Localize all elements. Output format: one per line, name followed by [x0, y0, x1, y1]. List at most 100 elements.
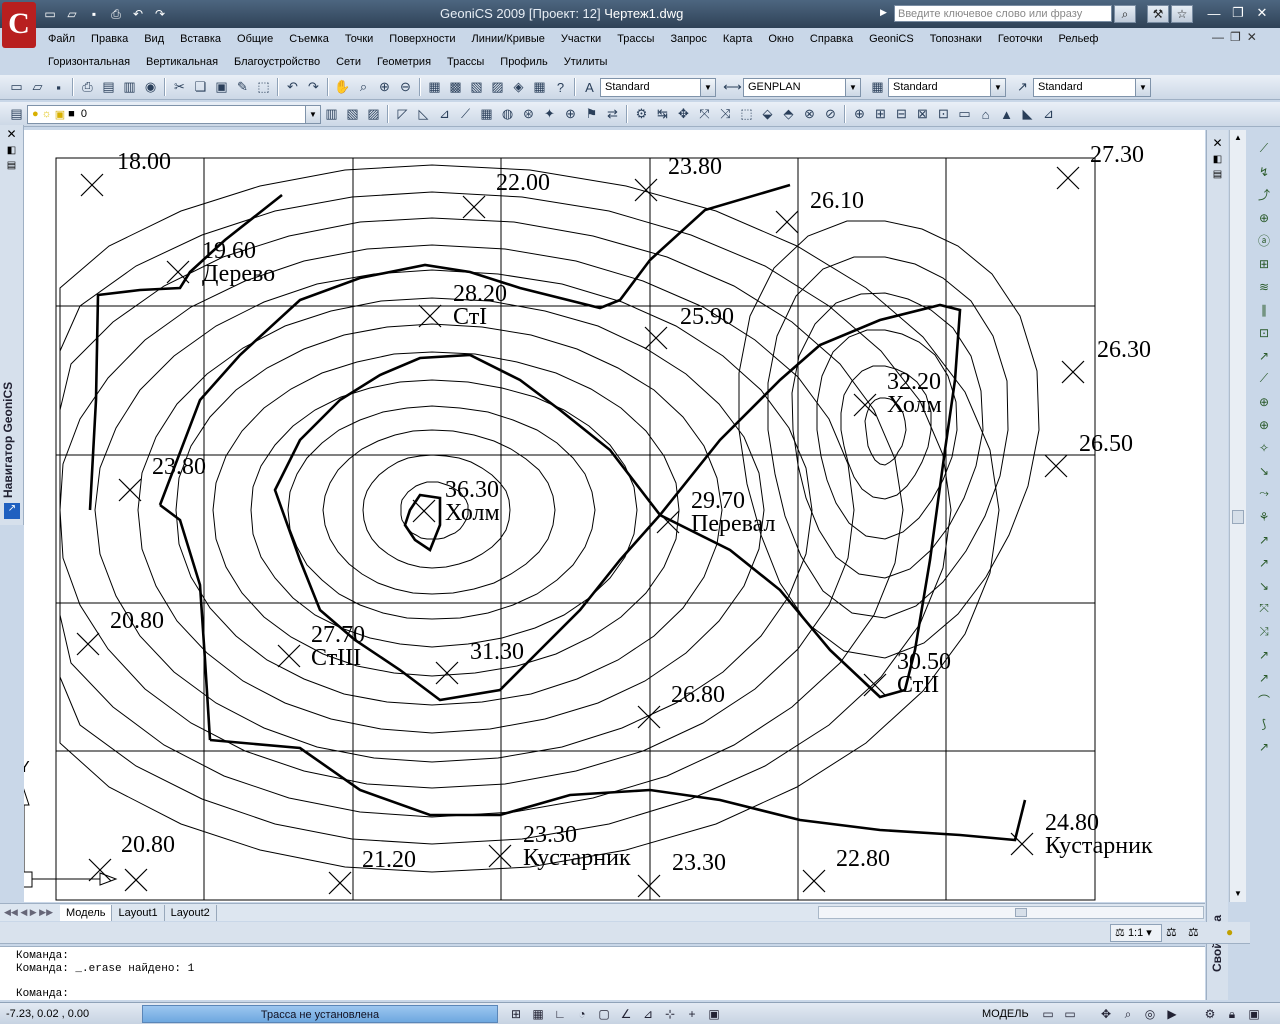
- menu-item[interactable]: Съемка: [281, 29, 337, 49]
- menu-item[interactable]: Карта: [715, 29, 760, 49]
- pan-status-icon[interactable]: ✥: [1096, 1005, 1116, 1023]
- text-style-select[interactable]: Standard ▼: [600, 77, 716, 97]
- layer-select[interactable]: ● ☼ ▣ ■ 0 ▼: [27, 104, 321, 124]
- menu-item[interactable]: Геоточки: [990, 29, 1051, 49]
- lightbulb-status-icon[interactable]: ●: [1226, 925, 1233, 939]
- geonics-tool-icon[interactable]: ⤴: [1254, 184, 1274, 205]
- geonics-tool-icon[interactable]: ⚘: [1254, 506, 1274, 527]
- geonics-tool-icon[interactable]: ↘: [1254, 460, 1274, 481]
- menu-item[interactable]: Справка: [802, 29, 861, 49]
- undo-icon[interactable]: ↶: [128, 5, 148, 23]
- open-icon[interactable]: ▱: [27, 77, 48, 97]
- navigator-logo-icon[interactable]: ↗: [4, 503, 20, 519]
- chevron-down-icon[interactable]: ▼: [700, 78, 715, 96]
- horizontal-scrollbar[interactable]: [818, 906, 1204, 919]
- geonics-tool-icon[interactable]: ↗: [1254, 644, 1274, 665]
- geonics-tool-icon[interactable]: ↗: [1254, 552, 1274, 573]
- doc-close-icon[interactable]: ✕: [1247, 30, 1257, 44]
- geonics-tool-17-icon[interactable]: ⬚: [736, 104, 757, 124]
- navigator-panel-title[interactable]: Навигатор GeoniCS: [1, 382, 15, 498]
- layer-states-icon[interactable]: ▨: [363, 104, 384, 124]
- search-expand-icon[interactable]: ▶: [880, 7, 887, 18]
- geonics-tool-icon[interactable]: ⤧: [1254, 598, 1274, 619]
- undo-toolbar-icon[interactable]: ↶: [282, 77, 303, 97]
- osnap-icon[interactable]: ▢: [594, 1005, 614, 1023]
- geonics-tool-icon[interactable]: ⓐ: [1254, 230, 1274, 251]
- geonics-tool-icon[interactable]: ⊕: [1254, 414, 1274, 435]
- menu-item[interactable]: Вертикальная: [138, 52, 226, 72]
- geonics-tool-11-icon[interactable]: ⇄: [602, 104, 623, 124]
- ortho-icon[interactable]: ∟: [550, 1005, 570, 1023]
- geonics-tool-icon[interactable]: ⌒: [1254, 690, 1274, 711]
- sheet-set-icon[interactable]: ▨: [487, 77, 508, 97]
- geonics-tool-16-icon[interactable]: ⤨: [715, 104, 736, 124]
- geonics-tool-27-icon[interactable]: ▭: [954, 104, 975, 124]
- properties-icon[interactable]: ▦: [424, 77, 445, 97]
- menu-item[interactable]: Линии/Кривые: [464, 29, 553, 49]
- properties-autohide-icon[interactable]: ◧: [1207, 154, 1228, 165]
- print-icon[interactable]: ⎙: [106, 5, 126, 23]
- geonics-tool-18-icon[interactable]: ⬙: [757, 104, 778, 124]
- layer-manager-icon[interactable]: ▤: [6, 104, 27, 124]
- geonics-tool-icon[interactable]: ⟋: [1254, 138, 1274, 159]
- grid-icon[interactable]: ▦: [528, 1005, 548, 1023]
- workspace-icon[interactable]: ⚙: [1200, 1005, 1220, 1023]
- new-file-icon[interactable]: ▭: [40, 5, 60, 23]
- geonics-tool-icon[interactable]: ⟆: [1254, 713, 1274, 734]
- maximize-icon[interactable]: ❐: [1228, 4, 1248, 22]
- properties-options-icon[interactable]: ▤: [1207, 169, 1228, 180]
- block-editor-icon[interactable]: ⬚: [253, 77, 274, 97]
- menu-item[interactable]: Участки: [553, 29, 609, 49]
- app-menu-logo[interactable]: C: [2, 2, 36, 48]
- match-properties-icon[interactable]: ✎: [232, 77, 253, 97]
- menu-item[interactable]: Трассы: [439, 52, 492, 72]
- geonics-tool-icon[interactable]: ↗: [1254, 736, 1274, 757]
- model-space-button[interactable]: МОДЕЛЬ: [982, 1008, 1029, 1020]
- lwt-icon[interactable]: +: [682, 1005, 702, 1023]
- menu-item[interactable]: Благоустройство: [226, 52, 328, 72]
- calculator-icon[interactable]: ▦: [529, 77, 550, 97]
- chevron-down-icon[interactable]: ▼: [1135, 78, 1150, 96]
- menu-item[interactable]: Окно: [760, 29, 802, 49]
- vertical-scroll-thumb[interactable]: [1232, 510, 1244, 524]
- lock-status-icon[interactable]: 🔒︎: [1222, 1005, 1242, 1023]
- geonics-tool-icon[interactable]: ↘: [1254, 575, 1274, 596]
- communication-icon[interactable]: ⚒: [1147, 5, 1169, 23]
- geonics-tool-6-icon[interactable]: ◍: [497, 104, 518, 124]
- redo-toolbar-icon[interactable]: ↷: [303, 77, 324, 97]
- geonics-tool-icon[interactable]: ⊕: [1254, 207, 1274, 228]
- tab-nav-arrows-icon[interactable]: ◀◀ ◀ ▶ ▶▶: [0, 907, 60, 918]
- geonics-tool-29-icon[interactable]: ▲: [996, 104, 1017, 124]
- scroll-down-icon[interactable]: ▼: [1230, 886, 1246, 902]
- geonics-tool-15-icon[interactable]: ⤧: [694, 104, 715, 124]
- chevron-down-icon[interactable]: ▼: [845, 78, 860, 96]
- menu-item[interactable]: GeoniCS: [861, 29, 922, 49]
- search-icon[interactable]: ⌕: [1114, 5, 1136, 23]
- paste-icon[interactable]: ▣: [211, 77, 232, 97]
- zoom-realtime-icon[interactable]: ⌕: [353, 77, 374, 97]
- plot-icon[interactable]: ⎙: [77, 77, 98, 97]
- command-line[interactable]: Команда: Команда: _.erase найдено: 1: [0, 946, 1205, 1000]
- geonics-tool-14-icon[interactable]: ✥: [673, 104, 694, 124]
- geonics-tool-24-icon[interactable]: ⊟: [891, 104, 912, 124]
- geonics-tool-9-icon[interactable]: ⊕: [560, 104, 581, 124]
- geonics-tool-28-icon[interactable]: ⌂: [975, 104, 996, 124]
- geonics-tool-icon[interactable]: ⤳: [1254, 483, 1274, 504]
- geonics-tool-icon[interactable]: ✧: [1254, 437, 1274, 458]
- geonics-tool-2-icon[interactable]: ◺: [413, 104, 434, 124]
- menu-item[interactable]: Поверхности: [381, 29, 463, 49]
- geonics-tool-5-icon[interactable]: ▦: [476, 104, 497, 124]
- geonics-tool-4-icon[interactable]: ⟋: [455, 104, 476, 124]
- cursor-coordinates[interactable]: -7.23, 0.02 , 0.00: [6, 1008, 89, 1020]
- geonics-tool-icon[interactable]: ∥: [1254, 299, 1274, 320]
- geonics-tool-1-icon[interactable]: ◸: [392, 104, 413, 124]
- chevron-down-icon[interactable]: ▼: [990, 78, 1005, 96]
- polar-icon[interactable]: ◔: [572, 1005, 592, 1023]
- menu-item[interactable]: Файл: [40, 29, 83, 49]
- publish-icon[interactable]: ▥: [119, 77, 140, 97]
- geonics-tool-25-icon[interactable]: ⊠: [912, 104, 933, 124]
- close-icon[interactable]: ✕: [1252, 4, 1272, 22]
- quick-view-drawings-icon[interactable]: ▭: [1060, 1005, 1080, 1023]
- markup-icon[interactable]: ◈: [508, 77, 529, 97]
- pan-icon[interactable]: ✋: [332, 77, 353, 97]
